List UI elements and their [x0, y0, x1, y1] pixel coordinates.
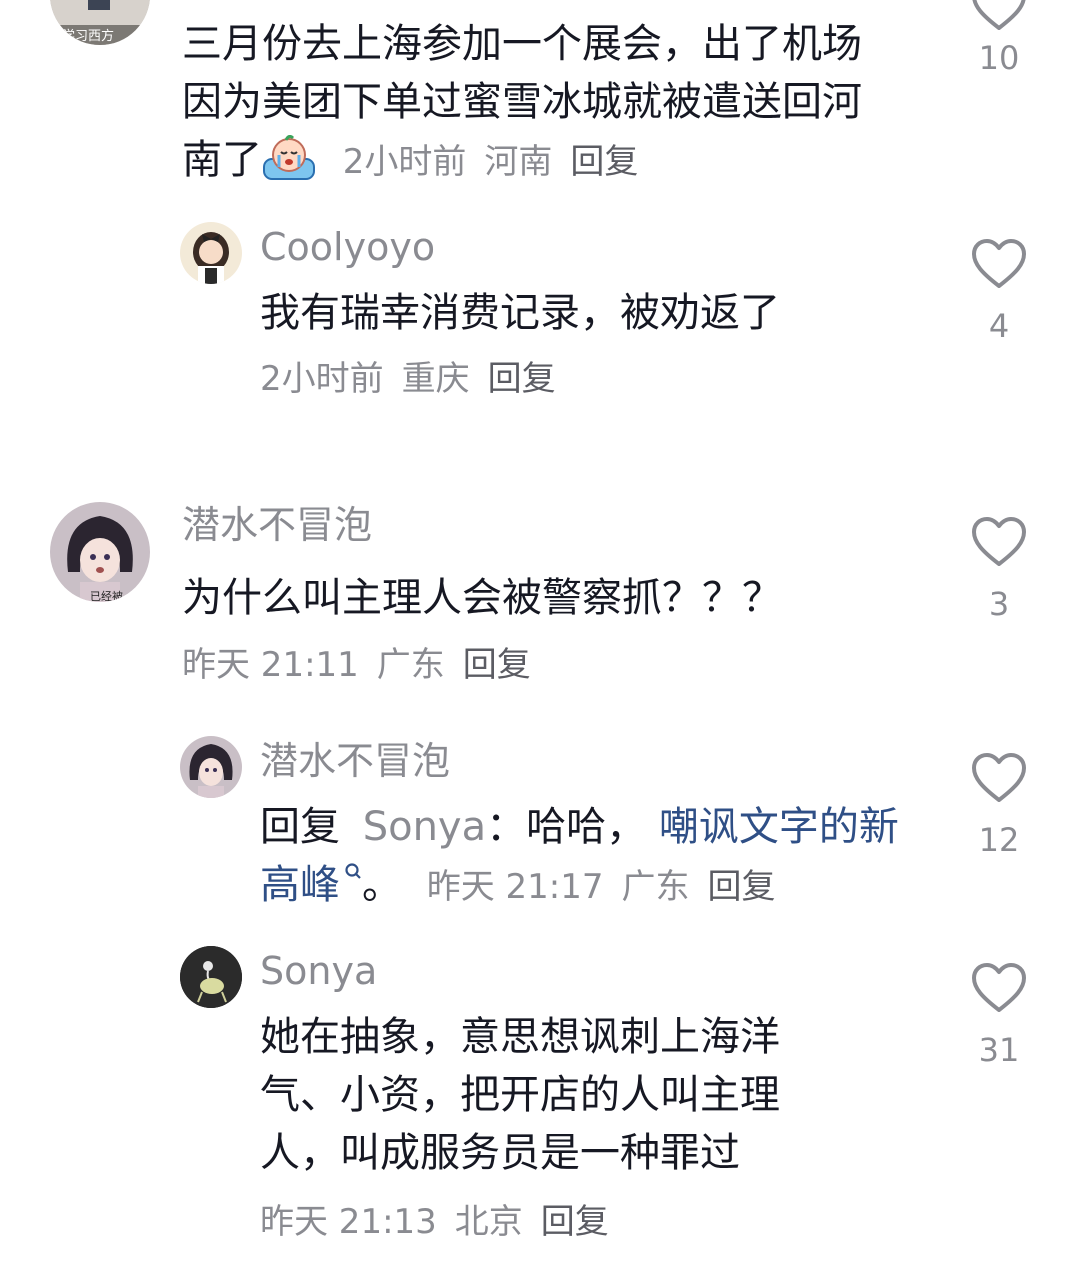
avatar[interactable]: 已经被: [50, 502, 150, 602]
like-count: 31: [978, 1031, 1020, 1069]
suffix-text: 。: [362, 862, 402, 908]
like-control[interactable]: 10: [964, 0, 1034, 74]
heart-outline-icon[interactable]: [970, 752, 1028, 804]
avatar[interactable]: [180, 222, 242, 284]
comment-time: 昨天 21:11: [182, 645, 359, 685]
comment-text: 为什么叫主理人会被警察抓？？？: [182, 575, 782, 621]
heart-outline-icon[interactable]: [970, 238, 1028, 290]
heart-outline-icon[interactable]: [970, 0, 1028, 32]
heart-outline-icon[interactable]: [970, 516, 1028, 568]
comment-meta: 2小时前 重庆 回复: [260, 362, 574, 396]
comment-text: 我有瑞幸消费记录，被劝返了: [260, 290, 780, 336]
avatar[interactable]: [180, 736, 242, 798]
crying-emoji: [262, 134, 316, 197]
avatar[interactable]: 学习西方: [50, 0, 150, 45]
comment-meta: 昨天 21:17 广东 回复: [427, 867, 794, 907]
comment-meta: 昨天 21:11 广东 回复: [182, 648, 549, 682]
avatar-caption: 学习西方: [62, 29, 115, 44]
like-control[interactable]: 3: [964, 516, 1034, 620]
comment-time: 昨天 21:17: [426, 867, 604, 907]
reply-button[interactable]: 回复: [463, 645, 531, 685]
search-icon: [345, 863, 361, 879]
username[interactable]: 潜水不冒泡: [260, 742, 450, 780]
comment-location: 北京: [454, 1202, 523, 1242]
mention-link[interactable]: Sonya: [363, 804, 486, 850]
comment-location: 广东: [621, 867, 690, 907]
like-count: 3: [988, 585, 1010, 623]
username[interactable]: Coolyoyo: [260, 228, 435, 266]
reply-button[interactable]: 回复: [708, 867, 776, 907]
comment-meta: 昨天 21:13 北京 回复: [260, 1205, 627, 1239]
reply-button[interactable]: 回复: [570, 142, 638, 182]
comment-meta: 2小时前 河南 回复: [343, 142, 657, 182]
reply-button[interactable]: 回复: [541, 1202, 609, 1242]
like-control[interactable]: 12: [964, 752, 1034, 856]
comment-location: 河南: [484, 142, 553, 182]
heart-outline-icon[interactable]: [970, 962, 1028, 1014]
reply-button[interactable]: 回复: [488, 359, 556, 399]
username[interactable]: Sonya: [260, 952, 377, 990]
comment-location: 广东: [376, 645, 445, 685]
comment-time: 2小时前: [260, 359, 384, 399]
reply-prefix: 回复: [260, 804, 340, 850]
comment-location: 重庆: [401, 359, 470, 399]
username[interactable]: 潜水不冒泡: [182, 506, 372, 544]
like-count: 4: [988, 307, 1010, 345]
comment-text: 她在抽象，意思想讽刺上海洋气、小资，把开店的人叫主理人，叫成服务员是一种罪过: [260, 1014, 780, 1176]
avatar-caption: 已经被: [90, 590, 123, 602]
like-control[interactable]: 31: [964, 962, 1034, 1066]
like-control[interactable]: 4: [964, 238, 1034, 342]
like-count: 12: [978, 821, 1020, 859]
reply-text: ：哈哈，: [486, 804, 647, 850]
avatar[interactable]: [180, 946, 242, 1008]
like-count: 10: [978, 39, 1020, 77]
comment-text: 回复 Sonya：哈哈， 嘲讽文字的新高峰。 昨天 21:17 广东 回复: [260, 798, 920, 914]
comment-time: 昨天 21:13: [260, 1202, 437, 1242]
comment-time: 2小时前: [342, 142, 467, 182]
comment-text: 三月份去上海参加一个展会，出了机场因为美团下单过蜜雪冰城就被遣送回河南了 2小时…: [182, 15, 892, 197]
